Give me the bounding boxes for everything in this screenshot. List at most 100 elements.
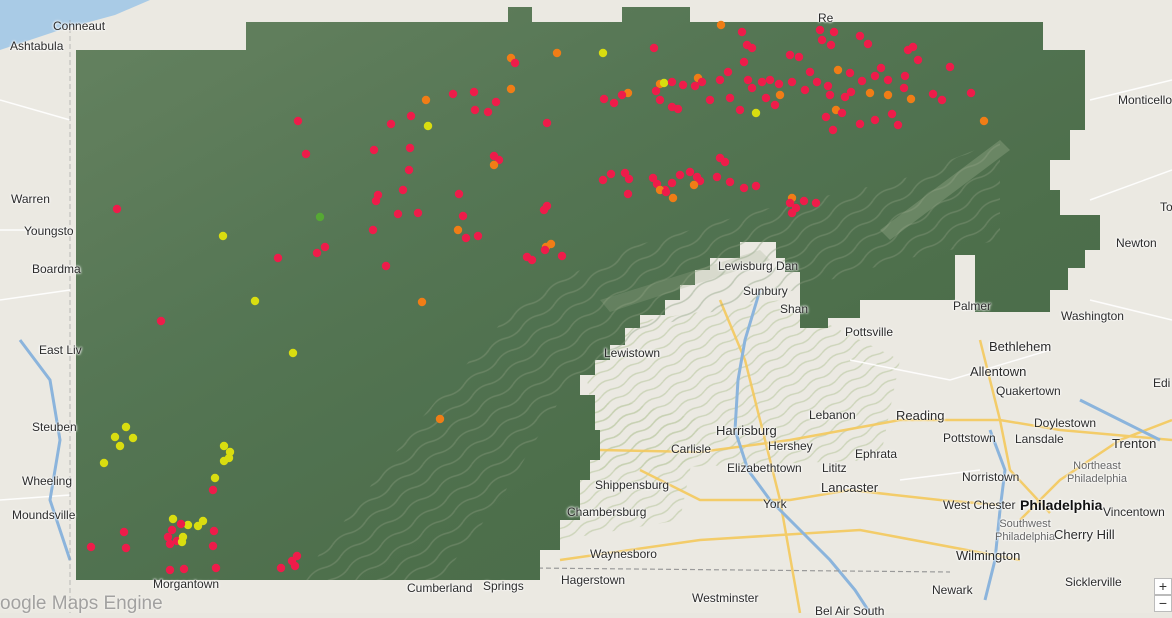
map-marker-red[interactable]	[739, 57, 749, 67]
map-marker-green[interactable]	[315, 212, 325, 222]
map-marker-red[interactable]	[404, 165, 414, 175]
map-marker-yellow[interactable]	[288, 348, 298, 358]
map-marker-red[interactable]	[799, 196, 809, 206]
map-marker-red[interactable]	[393, 209, 403, 219]
map-marker-red[interactable]	[725, 93, 735, 103]
map-marker-red[interactable]	[381, 261, 391, 271]
map-marker-red[interactable]	[398, 185, 408, 195]
map-marker-yellow[interactable]	[121, 422, 131, 432]
map-marker-red[interactable]	[770, 100, 780, 110]
map-marker-red[interactable]	[276, 563, 286, 573]
map-marker-red[interactable]	[406, 111, 416, 121]
map-marker-red[interactable]	[598, 175, 608, 185]
map-marker-red[interactable]	[661, 187, 671, 197]
map-marker-red[interactable]	[837, 108, 847, 118]
map-marker-red[interactable]	[290, 561, 300, 571]
map-marker-red[interactable]	[667, 178, 677, 188]
map-marker-orange[interactable]	[906, 94, 916, 104]
map-marker-red[interactable]	[609, 98, 619, 108]
map-marker-red[interactable]	[751, 181, 761, 191]
map-marker-red[interactable]	[461, 233, 471, 243]
map-marker-red[interactable]	[857, 76, 867, 86]
map-marker-red[interactable]	[812, 77, 822, 87]
map-marker-orange[interactable]	[883, 90, 893, 100]
map-marker-red[interactable]	[883, 75, 893, 85]
map-marker-red[interactable]	[870, 71, 880, 81]
map-marker-red[interactable]	[826, 40, 836, 50]
map-marker-red[interactable]	[821, 112, 831, 122]
map-marker-yellow[interactable]	[423, 121, 433, 131]
map-marker-red[interactable]	[845, 68, 855, 78]
map-marker-red[interactable]	[211, 563, 221, 573]
map-marker-red[interactable]	[913, 55, 923, 65]
map-marker-red[interactable]	[705, 95, 715, 105]
map-marker-red[interactable]	[855, 31, 865, 41]
map-marker-red[interactable]	[369, 145, 379, 155]
map-marker-red[interactable]	[293, 116, 303, 126]
map-marker-red[interactable]	[747, 83, 757, 93]
map-marker-red[interactable]	[617, 90, 627, 100]
map-marker-red[interactable]	[723, 67, 733, 77]
map-marker-red[interactable]	[715, 75, 725, 85]
map-marker-red[interactable]	[667, 77, 677, 87]
map-marker-red[interactable]	[697, 77, 707, 87]
map-marker-orange[interactable]	[453, 225, 463, 235]
map-marker-red[interactable]	[794, 52, 804, 62]
map-marker-red[interactable]	[825, 90, 835, 100]
map-marker-red[interactable]	[208, 485, 218, 495]
map-marker-red[interactable]	[86, 542, 96, 552]
map-marker-red[interactable]	[539, 205, 549, 215]
map-marker-yellow[interactable]	[219, 441, 229, 451]
map-marker-red[interactable]	[623, 189, 633, 199]
map-marker-red[interactable]	[811, 198, 821, 208]
map-marker-red[interactable]	[176, 519, 186, 529]
map-marker-red[interactable]	[747, 43, 757, 53]
map-marker-red[interactable]	[815, 25, 825, 35]
map-marker-red[interactable]	[945, 62, 955, 72]
map-marker-red[interactable]	[655, 95, 665, 105]
map-marker-orange[interactable]	[506, 84, 516, 94]
map-marker-orange[interactable]	[421, 95, 431, 105]
map-marker-yellow[interactable]	[659, 78, 669, 88]
map-marker-red[interactable]	[320, 242, 330, 252]
map-marker-red[interactable]	[908, 42, 918, 52]
map-marker-red[interactable]	[937, 95, 947, 105]
map-marker-red[interactable]	[454, 189, 464, 199]
map-marker-red[interactable]	[413, 208, 423, 218]
map-marker-red[interactable]	[371, 196, 381, 206]
map-marker-red[interactable]	[743, 75, 753, 85]
map-marker-orange[interactable]	[716, 20, 726, 30]
map-marker-red[interactable]	[725, 177, 735, 187]
map-marker-red[interactable]	[624, 174, 634, 184]
map-marker-red[interactable]	[312, 248, 322, 258]
map-marker-orange[interactable]	[689, 180, 699, 190]
map-marker-red[interactable]	[787, 208, 797, 218]
map-marker-red[interactable]	[673, 104, 683, 114]
map-marker-red[interactable]	[483, 107, 493, 117]
map-marker-yellow[interactable]	[128, 433, 138, 443]
map-marker-orange[interactable]	[775, 90, 785, 100]
map-marker-yellow[interactable]	[218, 231, 228, 241]
map-marker-red[interactable]	[599, 94, 609, 104]
map-marker-red[interactable]	[510, 58, 520, 68]
map-marker-red[interactable]	[846, 87, 856, 97]
map-marker-orange[interactable]	[865, 88, 875, 98]
map-marker-red[interactable]	[787, 77, 797, 87]
map-marker-red[interactable]	[557, 251, 567, 261]
map-marker-red[interactable]	[712, 172, 722, 182]
map-marker-red[interactable]	[785, 50, 795, 60]
map-marker-red[interactable]	[900, 71, 910, 81]
map-marker-yellow[interactable]	[177, 537, 187, 547]
map-marker-yellow[interactable]	[598, 48, 608, 58]
map-marker-red[interactable]	[761, 93, 771, 103]
map-marker-red[interactable]	[863, 39, 873, 49]
map-marker-red[interactable]	[829, 27, 839, 37]
zoom-out-button[interactable]: −	[1154, 595, 1172, 612]
map-marker-orange[interactable]	[979, 116, 989, 126]
map-marker-yellow[interactable]	[168, 514, 178, 524]
map-marker-red[interactable]	[678, 80, 688, 90]
map-marker-red[interactable]	[527, 255, 537, 265]
map-marker-red[interactable]	[887, 109, 897, 119]
map-marker-yellow[interactable]	[219, 456, 229, 466]
map-marker-orange[interactable]	[552, 48, 562, 58]
